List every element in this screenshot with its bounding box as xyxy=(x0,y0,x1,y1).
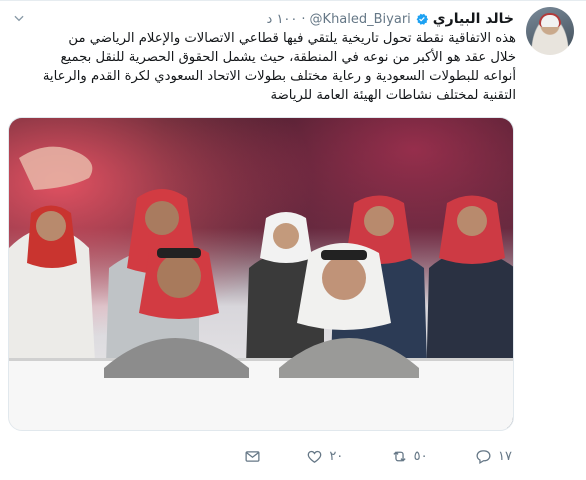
direct-message-action[interactable] xyxy=(244,448,261,465)
avatar[interactable] xyxy=(526,7,574,55)
tweet[interactable]: خالد البياري @Khaled_Biyari · ١٠٠ د هذه … xyxy=(0,0,586,480)
tweet-photo[interactable] xyxy=(8,117,514,431)
tweet-header: خالد البياري @Khaled_Biyari · ١٠٠ د xyxy=(267,9,514,29)
reply-count: ١٧ xyxy=(497,448,512,464)
author-name[interactable]: خالد البياري xyxy=(433,11,514,27)
separator: · xyxy=(301,11,306,27)
tweet-text: هذه الاتفاقية نقطة تحول تاريخية يلتقي في… xyxy=(42,31,516,103)
like-action[interactable]: ٢٠ xyxy=(306,448,345,465)
timestamp[interactable]: ١٠٠ د xyxy=(267,12,298,27)
like-icon xyxy=(307,450,322,463)
message-icon xyxy=(245,450,260,462)
like-count: ٢٠ xyxy=(329,448,344,464)
reply-action[interactable]: ١٧ xyxy=(475,448,514,465)
retweet-icon xyxy=(393,450,406,462)
verified-badge-icon xyxy=(416,13,428,25)
reply-icon xyxy=(476,449,491,464)
chevron-down-icon[interactable] xyxy=(12,11,26,25)
author-handle[interactable]: @Khaled_Biyari xyxy=(310,12,411,27)
retweet-count: ٥٠ xyxy=(413,448,428,464)
tweet-actions: ١٧ ٥٠ ٢٠ xyxy=(244,445,514,467)
retweet-action[interactable]: ٥٠ xyxy=(391,448,430,465)
